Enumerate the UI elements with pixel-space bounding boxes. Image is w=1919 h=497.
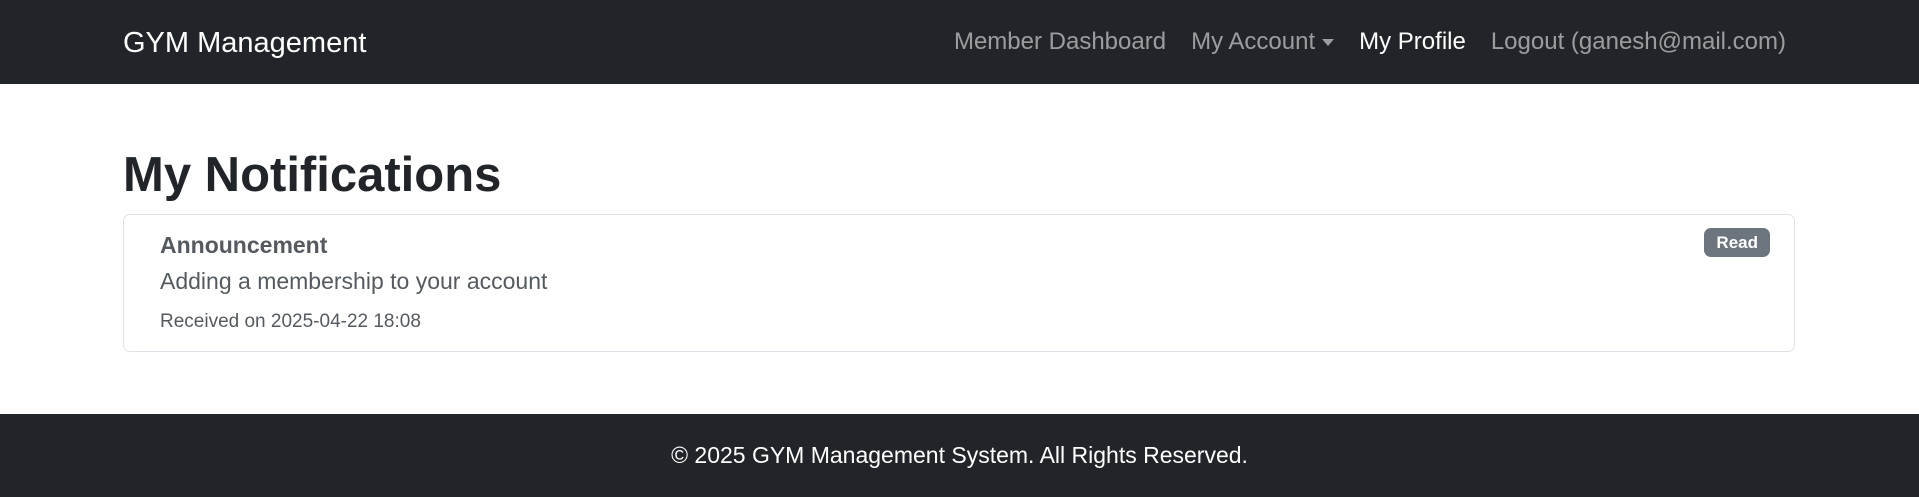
- footer-copyright: © 2025 GYM Management System. All Rights…: [671, 442, 1248, 468]
- page-title: My Notifications: [123, 148, 502, 202]
- notification-heading: Announcement: [160, 232, 328, 258]
- nav-logout[interactable]: Logout (ganesh@mail.com): [1478, 28, 1786, 56]
- brand-link[interactable]: GYM Management: [123, 0, 366, 84]
- notification-card: Announcement Adding a membership to your…: [123, 214, 1795, 352]
- nav-my-profile[interactable]: My Profile: [1347, 28, 1479, 56]
- navbar: GYM Management Member Dashboard My Accou…: [0, 0, 1919, 84]
- nav-links: Member Dashboard My Account My Profile L…: [941, 0, 1786, 84]
- nav-member-dashboard-label: Member Dashboard: [953, 28, 1167, 55]
- nav-my-account-label: My Account: [1191, 28, 1316, 55]
- nav-my-profile-label: My Profile: [1359, 28, 1466, 55]
- footer: © 2025 GYM Management System. All Rights…: [0, 414, 1919, 497]
- nav-my-account-dropdown[interactable]: My Account: [1179, 28, 1347, 56]
- notification-message: Adding a membership to your account: [160, 268, 548, 294]
- nav-logout-label: Logout (ganesh@mail.com): [1490, 28, 1786, 55]
- status-badge: Read: [1704, 228, 1770, 257]
- chevron-down-icon: [1322, 38, 1335, 46]
- notification-date: Received on 2025-04-22 18:08: [160, 311, 421, 332]
- nav-member-dashboard[interactable]: Member Dashboard: [941, 28, 1178, 56]
